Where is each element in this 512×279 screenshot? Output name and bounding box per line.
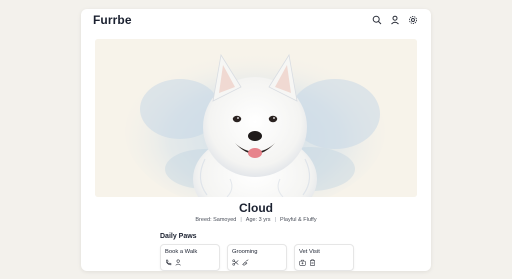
pet-details: Breed: Samoyed | Age: 3 yrs | Playful & …	[81, 217, 431, 223]
grooming-label: Grooming	[232, 249, 258, 255]
person-icon[interactable]	[175, 259, 182, 266]
pet-age: Age: 3 yrs	[245, 217, 271, 223]
divider: |	[274, 217, 276, 223]
pet-breed: Breed: Samoyed	[195, 217, 237, 223]
grooming-card[interactable]: Grooming	[227, 244, 287, 271]
pet-portrait	[95, 39, 417, 197]
clipboard-icon[interactable]	[309, 259, 316, 266]
brush-icon[interactable]	[242, 259, 249, 266]
vet-visit-label: Vet Visit	[299, 249, 320, 255]
pet-traits: Playful & Fluffy	[280, 217, 317, 223]
vet-visit-card[interactable]: Vet Visit	[294, 244, 354, 271]
divider: |	[240, 217, 242, 223]
scissors-icon[interactable]	[232, 259, 239, 266]
book-walk-icons	[165, 259, 215, 266]
vet-visit-icons	[299, 259, 349, 266]
phone-icon[interactable]	[165, 259, 172, 266]
book-walk-label: Book a Walk	[165, 249, 198, 255]
top-bar: Furrbe	[81, 9, 431, 31]
medical-bag-icon[interactable]	[299, 259, 306, 266]
samoyed-watercolor-illustration	[95, 39, 417, 197]
user-icon[interactable]	[389, 14, 401, 26]
daily-paws-heading: Daily Paws	[160, 233, 197, 240]
book-walk-card[interactable]: Book a Walk	[160, 244, 220, 271]
daily-actions: Book a Walk Grooming Vet Visit	[160, 244, 354, 271]
pet-name: Cloud	[239, 201, 273, 215]
app-logo[interactable]: Furrbe	[93, 13, 132, 27]
header-icons	[371, 14, 419, 26]
search-icon[interactable]	[371, 14, 383, 26]
profile-card: Furrbe Cloud Breed: Samoyed | Age: 3 yrs…	[81, 9, 431, 271]
settings-icon[interactable]	[407, 14, 419, 26]
grooming-icons	[232, 259, 282, 266]
